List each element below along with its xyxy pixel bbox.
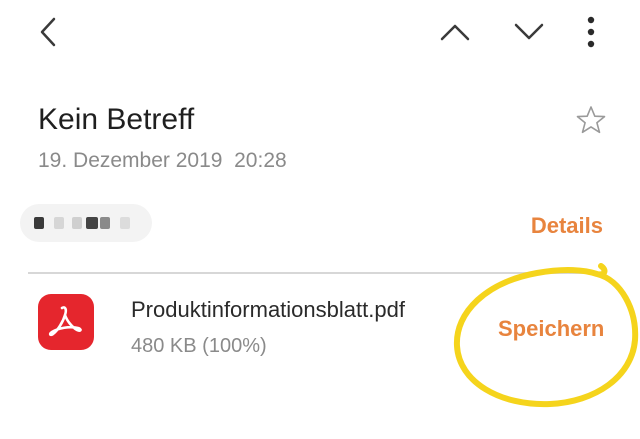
email-time: 20:28 bbox=[234, 149, 287, 172]
sender-chip[interactable] bbox=[20, 204, 152, 242]
highlight-circle bbox=[453, 263, 639, 408]
redacted-block bbox=[54, 217, 64, 229]
redacted-block bbox=[100, 217, 110, 229]
redacted-block bbox=[120, 217, 130, 229]
chevron-down-icon bbox=[514, 23, 544, 40]
attachment-filename[interactable]: Produktinformationsblatt.pdf bbox=[131, 296, 405, 324]
previous-message-button[interactable] bbox=[436, 14, 476, 50]
more-vertical-icon bbox=[587, 16, 595, 48]
back-button[interactable] bbox=[30, 12, 70, 52]
pdf-icon bbox=[48, 306, 82, 337]
redacted-block bbox=[34, 217, 44, 229]
star-outline-icon bbox=[576, 106, 606, 134]
email-subject: Kein Betreff bbox=[38, 103, 195, 136]
chevron-left-icon bbox=[40, 17, 56, 47]
redacted-block bbox=[72, 217, 82, 229]
next-message-button[interactable] bbox=[510, 14, 550, 50]
favorite-star-button[interactable] bbox=[574, 104, 608, 136]
attachment-size: 480 KB (100%) bbox=[131, 335, 267, 357]
pdf-file-icon bbox=[38, 294, 94, 350]
redacted-block bbox=[86, 217, 98, 229]
email-date: 19. Dezember 2019 bbox=[38, 149, 223, 172]
more-options-button[interactable] bbox=[578, 14, 604, 50]
chevron-up-icon bbox=[440, 24, 470, 41]
email-datetime: 19. Dezember 2019 20:28 bbox=[38, 147, 287, 175]
details-link[interactable]: Details bbox=[531, 211, 603, 241]
